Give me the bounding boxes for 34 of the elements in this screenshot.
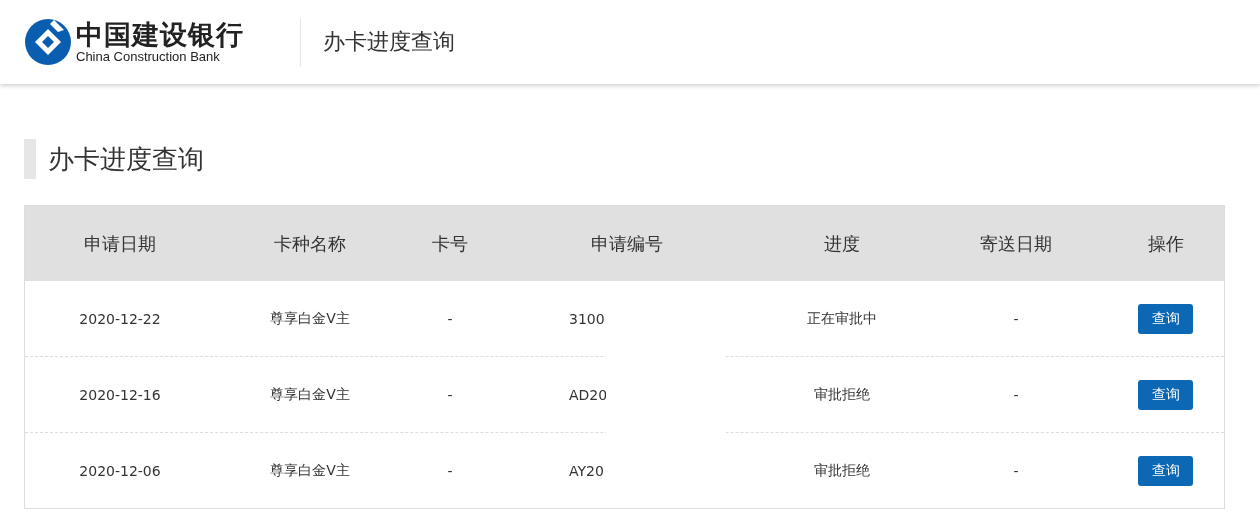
table-cell-text: 3100 <box>568 310 606 327</box>
table-cell-text: - <box>446 462 454 479</box>
column-header: 寄送日期 <box>979 231 1053 256</box>
query-button[interactable]: 查询 <box>1138 303 1193 334</box>
logo-icon <box>24 18 72 66</box>
table-cell-text: AY20 <box>568 462 605 479</box>
column-header: 申请编号 <box>590 231 664 256</box>
column-header: 卡种名称 <box>273 231 347 256</box>
column-header: 卡号 <box>431 231 469 256</box>
table-cell-text: 尊享白金V主 <box>269 309 351 328</box>
column-header: 进度 <box>823 231 861 256</box>
page-title: 办卡进度查询 <box>323 28 455 56</box>
column-header: 申请日期 <box>83 231 157 256</box>
table-cell-text: 尊享白金V主 <box>269 385 351 404</box>
query-button[interactable]: 查询 <box>1138 455 1193 486</box>
table-cell-text: - <box>446 310 454 327</box>
table-cell-text: 2020-12-06 <box>78 462 162 479</box>
column-header: 操作 <box>1146 231 1185 256</box>
table-cell-text: AD20 <box>568 386 609 403</box>
table-cell-text: 审批拒绝 <box>813 385 871 404</box>
table-cell-text: 尊享白金V主 <box>269 461 351 480</box>
bank-name: 中国建设银行 <box>76 21 244 48</box>
table-cell-text: 2020-12-22 <box>78 310 162 327</box>
table-cell-text: 审批拒绝 <box>813 461 871 480</box>
table-cell-text: - <box>446 386 454 403</box>
query-button[interactable]: 查询 <box>1138 379 1193 410</box>
table-cell-text: 正在审批中 <box>806 309 878 328</box>
table-cell-text: - <box>1012 386 1020 403</box>
bank-name-english: China Construction Bank <box>76 50 221 63</box>
table-cell-text: - <box>1012 462 1020 479</box>
section-title: 办卡进度查询 <box>48 142 204 176</box>
table-cell-text: - <box>1012 310 1020 327</box>
table-cell-text: 2020-12-16 <box>78 386 162 403</box>
title-accent-bar <box>24 139 36 179</box>
